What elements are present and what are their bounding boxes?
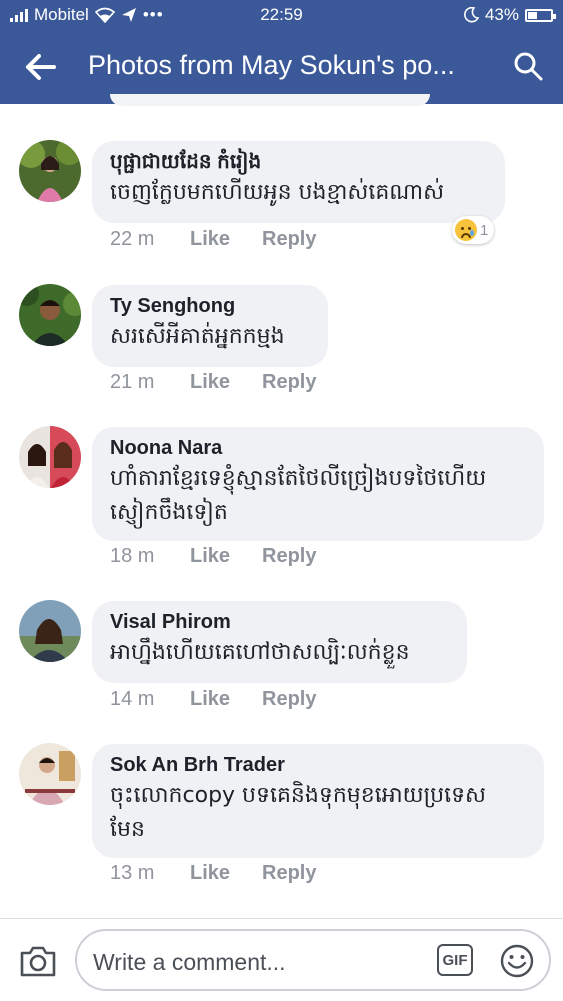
comment-bubble: Visal Phirom អាហ្នឹងហើយគេហៅថាសល្បិៈលក់ខ្… [92, 601, 467, 683]
camera-button[interactable] [18, 943, 58, 979]
comment-actions: 13 m Like Reply [110, 862, 316, 885]
comment-bubble: Sok An Brh Trader ចុះលោកcopy បទគេនិងទុកម… [92, 744, 544, 858]
like-button[interactable]: Like [190, 688, 262, 711]
search-button[interactable] [511, 49, 545, 83]
status-right: 43% [463, 5, 556, 25]
comment-actions: 14 m Like Reply [110, 688, 316, 711]
previous-comment-edge [110, 94, 430, 106]
arrow-left-icon [26, 54, 56, 80]
reply-button[interactable]: Reply [262, 862, 316, 885]
comment-text: ចុះលោកcopy បទគេនិងទុកមុខអោយប្រទេស មែន [110, 783, 486, 842]
avatar[interactable] [19, 284, 81, 346]
comment-actions: 18 m Like Reply [110, 545, 316, 568]
comment-bubble: Noona Nara ហាំតារាខ្មែរទេខ្ញុំស្មានតែថៃល… [92, 427, 544, 541]
avatar[interactable] [19, 140, 81, 202]
comment-input-box[interactable]: GIF [75, 929, 551, 991]
reaction-badge[interactable]: 1 [452, 216, 495, 244]
page-title: Photos from May Sokun's po... [88, 50, 455, 80]
status-bar: Mobitel ••• 22:59 43% [0, 0, 563, 30]
reaction-count: 1 [480, 221, 489, 239]
comment-bubble: បុផ្ផាជាយដែន កំរៀង ចេញក្លែបមកហើយអូន បងខ្… [92, 141, 505, 223]
reply-button[interactable]: Reply [262, 228, 316, 251]
like-button[interactable]: Like [190, 545, 262, 568]
battery-icon [525, 8, 556, 22]
like-button[interactable]: Like [190, 228, 262, 251]
comment-actions: 22 m Like Reply [110, 228, 316, 251]
avatar[interactable] [19, 743, 81, 805]
camera-icon [20, 946, 56, 977]
avatar[interactable] [19, 426, 81, 488]
comment-input[interactable] [91, 941, 425, 983]
comment-actions: 21 m Like Reply [110, 371, 316, 394]
reply-button[interactable]: Reply [262, 688, 316, 711]
back-button[interactable] [22, 50, 62, 84]
battery-level [528, 11, 537, 19]
moon-icon [464, 7, 479, 23]
comment-time[interactable]: 22 m [110, 228, 190, 251]
comment-bubble: Ty Senghong សរសើអីគាត់អ្នកកម្មង [92, 285, 328, 367]
smiley-icon [500, 944, 534, 978]
search-icon [514, 52, 543, 81]
comment-time[interactable]: 14 m [110, 688, 190, 711]
comment-author[interactable]: Noona Nara [110, 436, 526, 460]
comment-text: ចេញក្លែបមកហើយអូន បងខ្មាស់គេណាស់ [110, 180, 445, 205]
comment-text: អាហ្នឹងហើយគេហៅថាសល្បិៈលក់ខ្លួន [110, 640, 410, 665]
comment-time[interactable]: 18 m [110, 545, 190, 568]
gif-button[interactable]: GIF [437, 944, 473, 976]
app-header: Photos from May Sokun's po... [0, 30, 563, 104]
comment-author[interactable]: Ty Senghong [110, 294, 310, 318]
comment-time[interactable]: 21 m [110, 371, 190, 394]
battery-percent: 43% [484, 5, 519, 24]
reply-button[interactable]: Reply [262, 545, 316, 568]
like-button[interactable]: Like [190, 371, 262, 394]
comment-time[interactable]: 13 m [110, 862, 190, 885]
comment-author[interactable]: បុផ្ផាជាយដែន កំរៀង [110, 150, 487, 174]
comment-text: ហាំតារាខ្មែរទេខ្ញុំស្មានតែថៃលីច្រៀងបទថៃហ… [110, 466, 487, 525]
emoji-button[interactable] [499, 943, 535, 979]
comment-composer: GIF [0, 918, 563, 1001]
reply-button[interactable]: Reply [262, 371, 316, 394]
sad-reaction-icon [455, 219, 477, 241]
comment-author[interactable]: Visal Phirom [110, 610, 449, 634]
comment-text: សរសើអីគាត់អ្នកកម្មង [110, 324, 285, 349]
like-button[interactable]: Like [190, 862, 262, 885]
avatar[interactable] [19, 600, 81, 662]
comment-author[interactable]: Sok An Brh Trader [110, 753, 526, 777]
